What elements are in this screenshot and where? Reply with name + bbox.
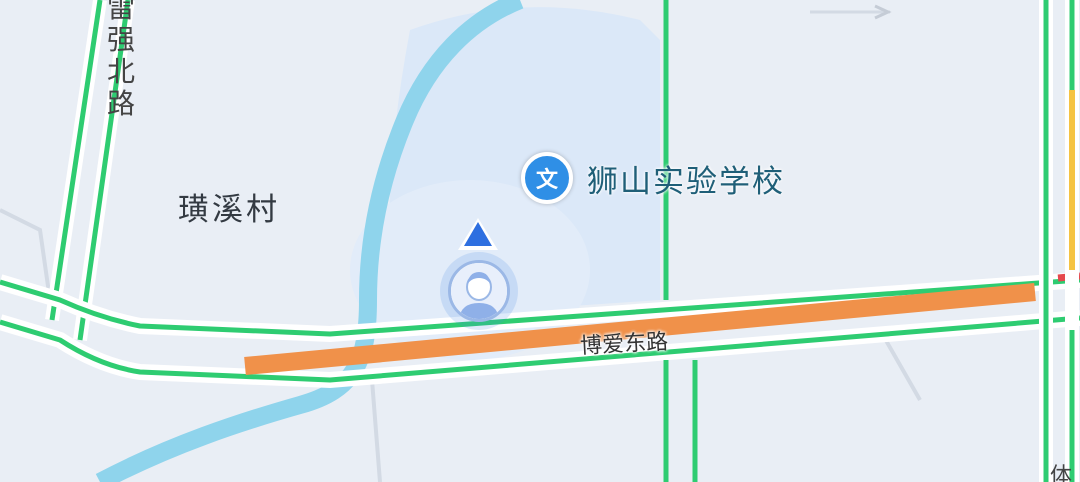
road-label-vertical: 雷强北路: [106, 0, 135, 120]
map-canvas[interactable]: 雷强北路 璜溪村 文 狮山实验学校 博爱东路 体: [0, 0, 1080, 482]
road-center-vertical: [663, 0, 698, 482]
user-location-marker[interactable]: [436, 218, 524, 332]
road-label-fragment: 体: [1050, 464, 1073, 482]
village-label: 璜溪村: [178, 192, 280, 228]
side-road: [370, 379, 382, 482]
poi-name[interactable]: 狮山实验学校: [587, 156, 785, 201]
school-icon[interactable]: 文: [521, 152, 573, 204]
road-east-vertical: [1039, 0, 1079, 482]
poi-school[interactable]: 文 狮山实验学校: [521, 152, 785, 204]
heading-arrow-icon: [464, 222, 492, 246]
user-location-icon[interactable]: [448, 260, 510, 322]
map-base-layer: [0, 0, 1080, 482]
road-label-horizontal: 博爱东路: [579, 329, 669, 360]
